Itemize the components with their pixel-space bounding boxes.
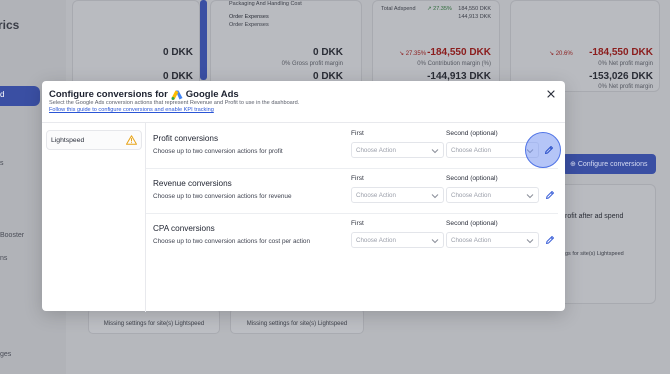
accent-bar (200, 0, 207, 80)
first-label: First (351, 130, 364, 137)
cpa-second-select[interactable]: Choose Action (446, 232, 539, 248)
kpi-card: Total Adspend ↗ 27.35% 184,550 DKK 144,9… (372, 0, 500, 92)
configure-conversions-modal: Configure conversions for Google Ads Sel… (42, 81, 565, 312)
second-label: Second (optional) (446, 175, 498, 182)
sidebar-item[interactable]: ns (0, 255, 7, 262)
close-icon[interactable] (545, 88, 557, 100)
row-title: CPA conversions (153, 224, 215, 233)
revenue-conversions-row: Revenue conversions Choose up to two con… (146, 169, 565, 214)
profit-conversions-row: Profit conversions Choose up to two conv… (146, 123, 565, 168)
row-subtitle: Choose up to two conversion actions for … (153, 238, 311, 245)
sidebar-item-booster[interactable]: Booster (0, 232, 24, 239)
chevron-down-icon (526, 194, 534, 199)
missing-settings-card: Missing settings for site(s) Lightspeed (230, 308, 364, 334)
modal-body: Lightspeed Profit conversions Choose up … (42, 122, 565, 312)
site-list: Lightspeed (42, 123, 146, 312)
guide-link[interactable]: Follow this guide to configure conversio… (49, 107, 214, 113)
cpa-first-select[interactable]: Choose Action (351, 232, 444, 248)
sidebar-item[interactable]: ges (0, 351, 11, 358)
row-title: Revenue conversions (153, 179, 232, 188)
first-label: First (351, 220, 364, 227)
kpi-card: Packaging And Handling Cost Order Expens… (210, 0, 362, 92)
row-subtitle: Choose up to two conversion actions for … (153, 148, 283, 155)
edit-revenue-pencil-icon[interactable] (544, 189, 556, 201)
second-label: Second (optional) (446, 130, 498, 137)
row-title: Profit conversions (153, 134, 219, 143)
row-subtitle: Choose up to two conversion actions for … (153, 193, 292, 200)
google-ads-brand: Google Ads (185, 89, 239, 100)
modal-title: Configure conversions for Google Ads (49, 89, 239, 100)
chevron-down-icon (431, 149, 439, 154)
chevron-down-icon (431, 239, 439, 244)
configure-conversions-button[interactable]: ⊕ Configure conversions (562, 154, 656, 174)
kpi-card: ↘ 20.6% -184,550 DKK 0% Net profit margi… (510, 0, 660, 92)
second-label: Second (optional) (446, 220, 498, 227)
cpa-conversions-row: CPA conversions Choose up to two convers… (146, 214, 565, 259)
first-label: First (351, 175, 364, 182)
site-item-lightspeed[interactable]: Lightspeed (46, 130, 142, 150)
sidebar-title: trics (0, 18, 20, 32)
kpi-card: 0 DKK 0 DKK (72, 0, 200, 92)
profit-panel: rofit after ad spend gs for site(s) Ligh… (556, 184, 656, 304)
warning-icon (126, 135, 137, 145)
site-label: Lightspeed (51, 137, 85, 144)
chevron-down-icon (526, 239, 534, 244)
google-ads-icon (171, 90, 183, 100)
revenue-second-select[interactable]: Choose Action (446, 187, 539, 203)
edit-cpa-pencil-icon[interactable] (544, 234, 556, 246)
sidebar-item[interactable]: s (0, 160, 4, 167)
revenue-first-select[interactable]: Choose Action (351, 187, 444, 203)
modal-description: Select the Google Ads conversion actions… (49, 100, 300, 106)
chevron-down-icon (431, 194, 439, 199)
edit-profit-pencil-icon[interactable] (543, 144, 555, 156)
profit-first-select[interactable]: Choose Action (351, 142, 444, 158)
sidebar-item-active[interactable]: d (0, 86, 40, 106)
